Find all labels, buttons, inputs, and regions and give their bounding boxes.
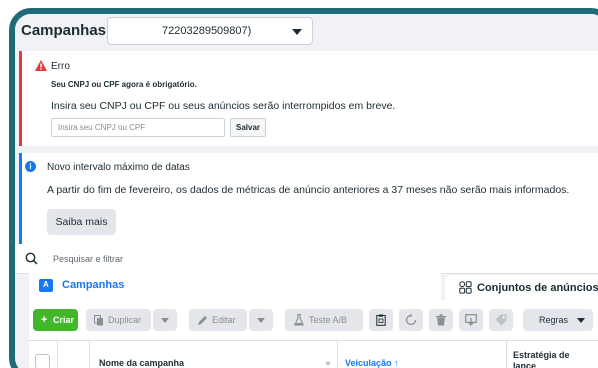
chevron-down-icon <box>257 318 265 323</box>
tab-campanhas[interactable]: Campanhas <box>29 269 441 301</box>
chevron-down-icon <box>161 318 169 323</box>
plus-icon: + <box>41 314 48 326</box>
clipboard-button[interactable] <box>369 309 393 331</box>
column-divider <box>89 341 90 368</box>
account-selector-value: 72203289509807) <box>162 25 252 37</box>
refresh-button[interactable] <box>399 309 423 331</box>
edit-menu-button[interactable] <box>249 309 273 331</box>
error-alert-message: Insira seu CNPJ ou CPF ou seus anúncios … <box>51 100 396 112</box>
tab-ad-sets-label: Conjuntos de anúncios <box>477 282 598 294</box>
rules-button[interactable]: Regras <box>523 309 593 331</box>
preview-icon <box>465 314 477 326</box>
column-divider <box>57 341 58 368</box>
create-button[interactable]: + Criar <box>33 309 78 331</box>
duplicate-button-label: Duplicar <box>108 315 142 325</box>
chevron-down-icon <box>292 29 302 35</box>
screenshot-frame: Campanhas 72203289509807) Erro Seu CNPJ … <box>9 8 598 368</box>
chevron-down-icon <box>577 318 585 323</box>
tab-campanhas-label: Campanhas <box>62 279 125 291</box>
preview-button[interactable] <box>459 309 483 331</box>
column-header-delivery[interactable]: Veiculação ↑ <box>345 358 399 368</box>
info-alert-title: Novo intervalo máximo de datas <box>47 162 190 173</box>
search-icon <box>25 252 38 265</box>
error-alert-title: Erro <box>51 61 70 72</box>
learn-more-button[interactable]: Saiba mais <box>47 209 116 235</box>
duplicate-button[interactable]: Duplicar <box>86 309 151 331</box>
search-input[interactable] <box>53 251 353 267</box>
duplicate-icon <box>94 315 103 326</box>
tab-ad-sets[interactable]: Conjuntos de anúncios <box>445 275 598 301</box>
ab-test-button-label: Teste A/B <box>309 315 348 325</box>
flask-icon <box>294 314 304 326</box>
edit-button-label: Editar <box>212 315 236 325</box>
warning-icon <box>35 60 47 71</box>
save-button[interactable]: Salvar <box>230 118 266 137</box>
column-divider <box>337 341 338 368</box>
info-icon: i <box>25 161 36 172</box>
clipboard-icon <box>376 314 386 326</box>
table-header: Nome da campanha Veiculação ↑ Estratégia… <box>29 340 598 368</box>
refresh-icon <box>405 314 417 326</box>
column-divider <box>506 341 507 368</box>
sort-caret-icon <box>325 362 331 366</box>
toolbar: + Criar Duplicar Editar Teste A/B Regras <box>29 300 598 340</box>
campaign-icon <box>39 279 53 292</box>
error-alert: Erro Seu CNPJ ou CPF agora é obrigatório… <box>19 51 598 146</box>
rules-button-label: Regras <box>539 315 569 325</box>
ab-test-button[interactable]: Teste A/B <box>285 309 363 331</box>
cnpj-cpf-input[interactable] <box>51 118 225 137</box>
column-header-bid-strategy[interactable]: Estratégia de lance <box>513 350 593 368</box>
column-header-name[interactable]: Nome da campanha <box>99 358 184 368</box>
delete-button[interactable] <box>429 309 453 331</box>
ads-manager-view: Campanhas 72203289509807) Erro Seu CNPJ … <box>15 14 598 368</box>
pencil-icon <box>198 316 207 325</box>
trash-icon <box>436 314 446 326</box>
grid-icon <box>459 281 472 294</box>
error-alert-bold-text: Seu CNPJ ou CPF agora é obrigatório. <box>51 80 197 89</box>
info-alert: i Novo intervalo máximo de datas A parti… <box>19 153 598 244</box>
edit-button[interactable]: Editar <box>189 309 247 331</box>
info-alert-message: A partir do fim de fevereiro, os dados d… <box>47 184 570 196</box>
create-button-label: Criar <box>53 315 75 325</box>
duplicate-menu-button[interactable] <box>153 309 177 331</box>
account-selector[interactable]: 72203289509807) <box>107 17 313 45</box>
top-bar: Campanhas 72203289509807) <box>15 14 598 50</box>
page-title: Campanhas <box>21 22 107 39</box>
select-all-checkbox[interactable] <box>35 354 50 368</box>
tag-button[interactable] <box>489 309 513 331</box>
tag-icon <box>495 314 507 326</box>
